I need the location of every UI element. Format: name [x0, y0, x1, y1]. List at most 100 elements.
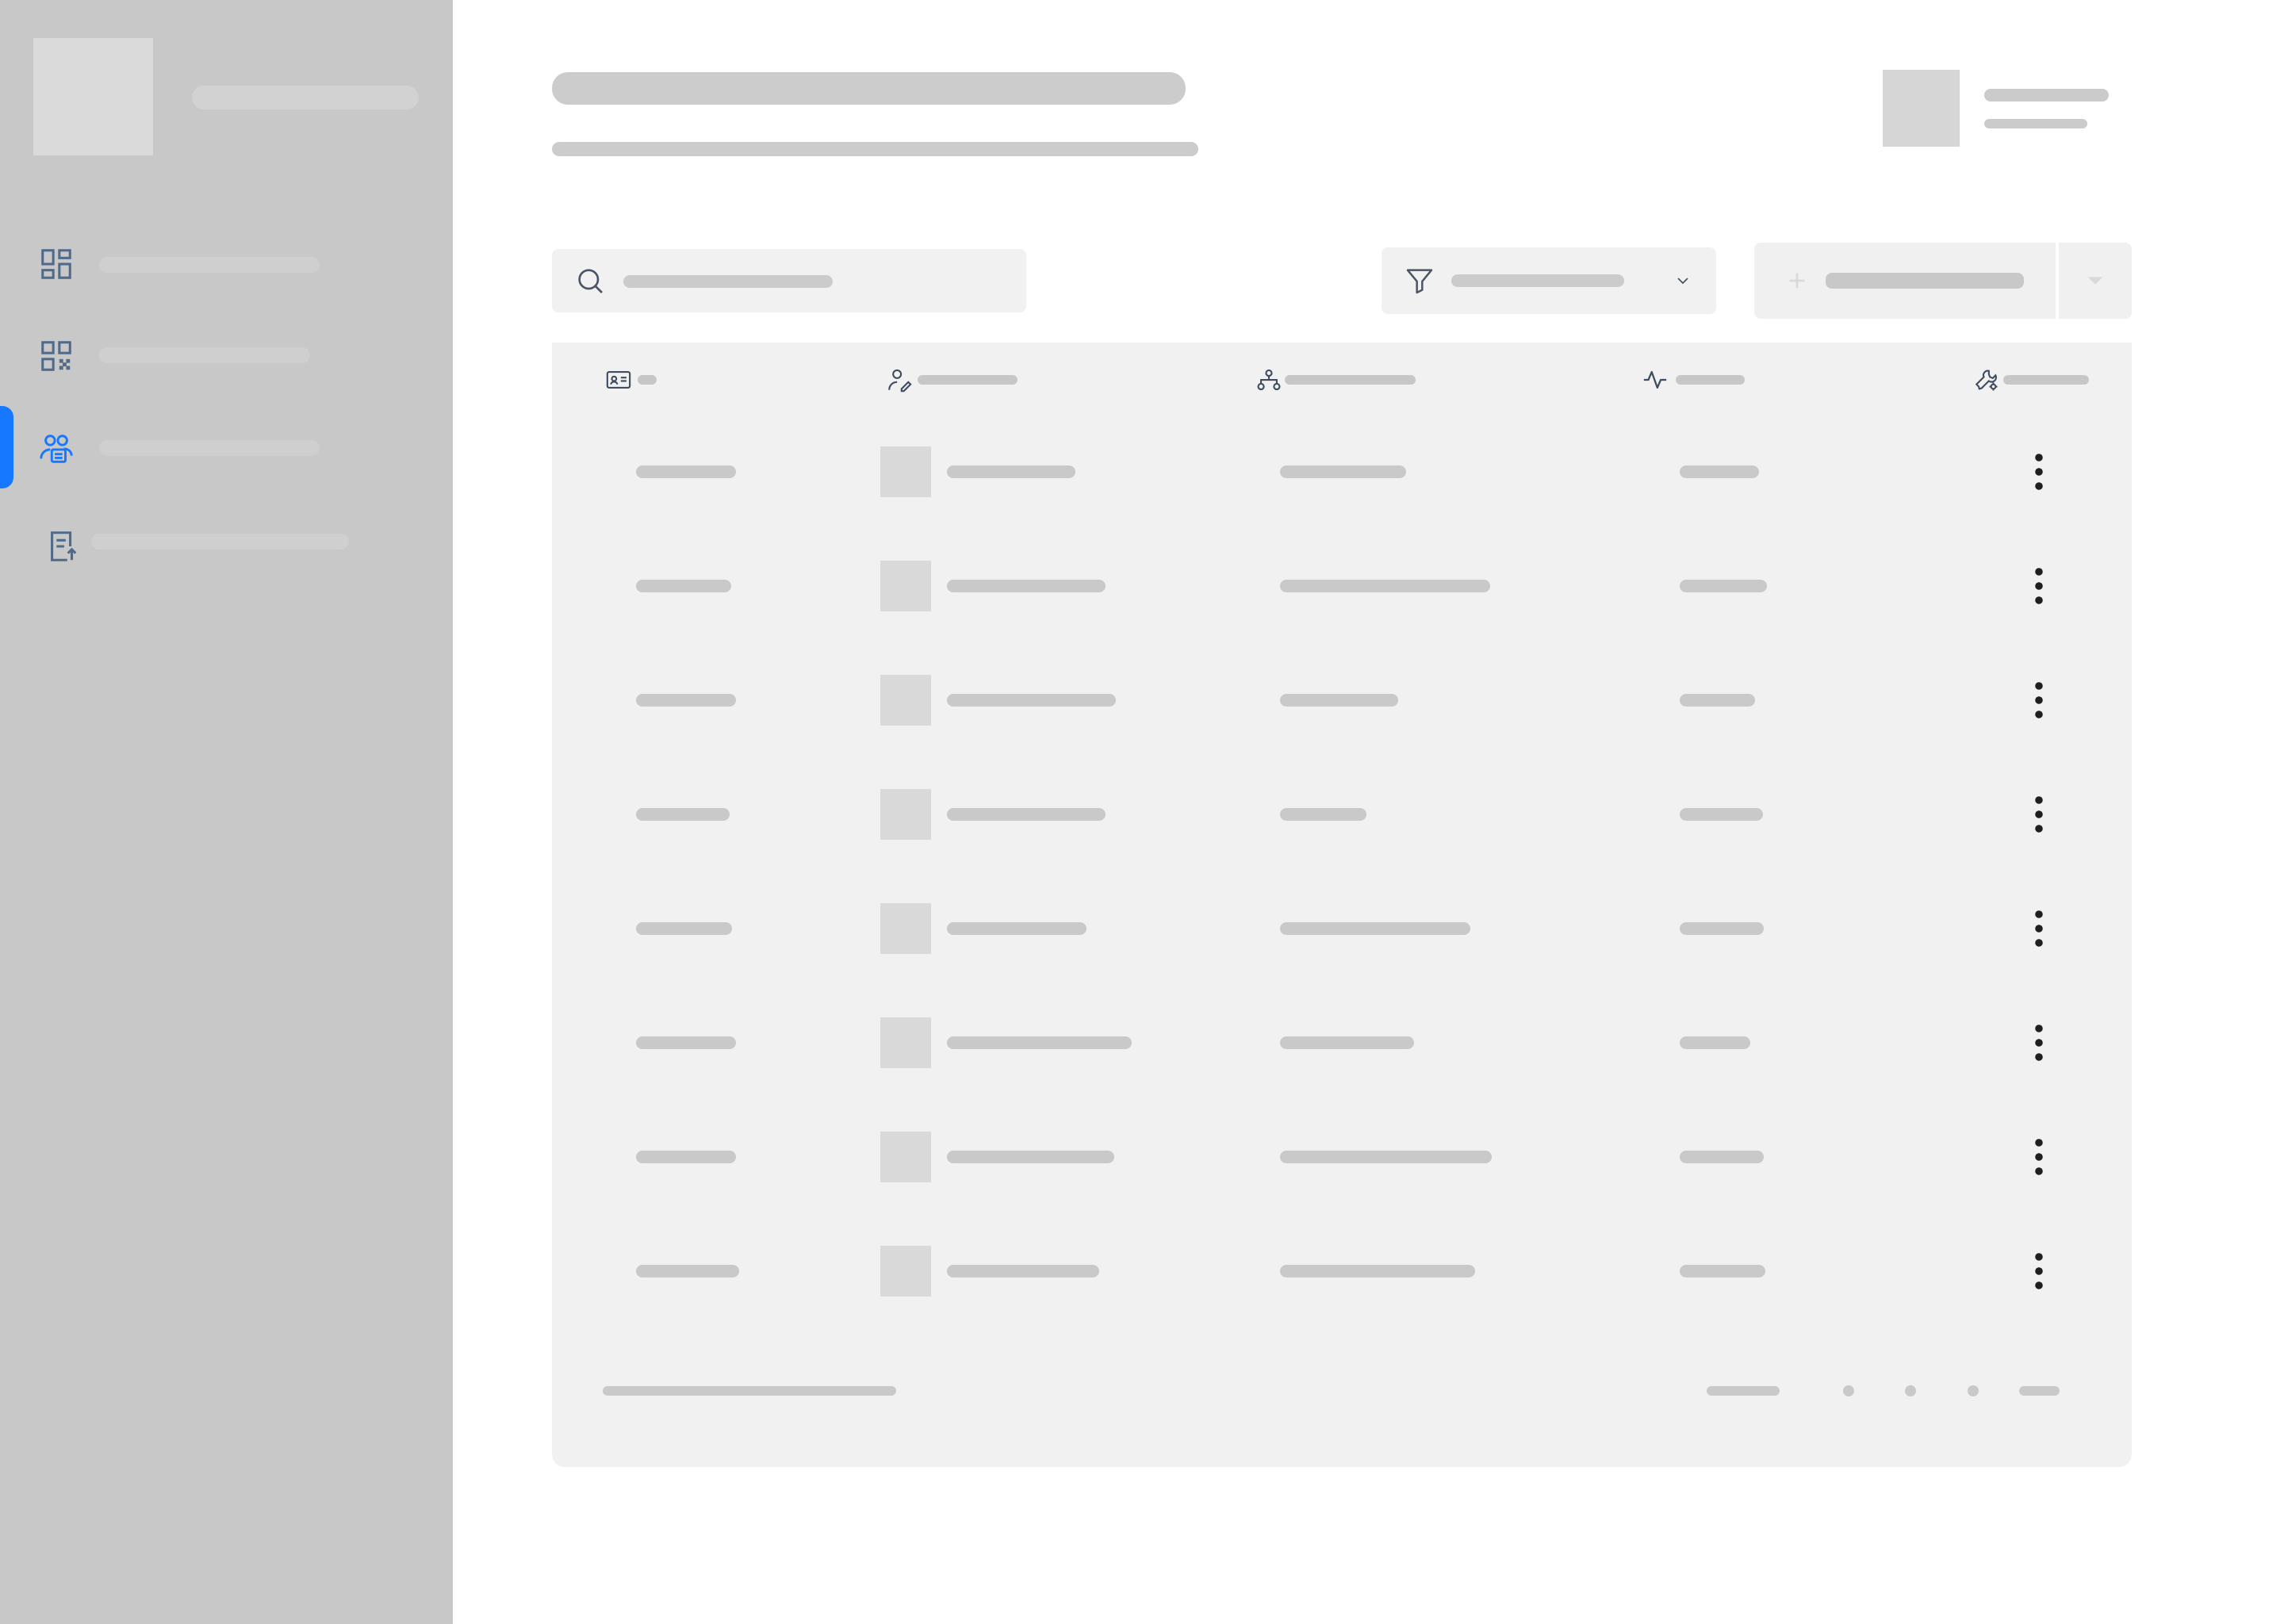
search-placeholder: [623, 275, 833, 288]
cell-name: [947, 922, 1086, 935]
more-vertical-icon[interactable]: [2023, 906, 2055, 951]
table-row[interactable]: [552, 1213, 2132, 1327]
sidebar-item-label: [91, 534, 349, 550]
cell-name: [947, 465, 1075, 478]
caret-down-icon: [2087, 277, 2103, 285]
more-vertical-icon[interactable]: [2023, 678, 2055, 722]
cell-group: [1280, 465, 1406, 478]
column-header-label: [638, 375, 657, 385]
table-row[interactable]: [552, 414, 2132, 528]
avatar: [880, 789, 931, 840]
sidebar: [0, 0, 453, 1624]
cell-name: [947, 694, 1116, 707]
more-vertical-icon[interactable]: [2023, 564, 2055, 608]
cell-status: [1680, 808, 1763, 821]
column-header-label: [918, 375, 1017, 385]
sidebar-item-label: [99, 347, 310, 363]
cell-status: [1680, 1265, 1765, 1277]
cell-group: [1280, 1151, 1492, 1163]
more-vertical-icon[interactable]: [2023, 1135, 2055, 1179]
add-dropdown-button[interactable]: [2059, 243, 2132, 319]
avatar: [880, 1246, 931, 1297]
document-upload-icon: [51, 531, 77, 561]
sidebar-item-label: [99, 257, 320, 273]
user-role: [1984, 119, 2087, 128]
cell-id: [636, 1036, 736, 1049]
avatar: [880, 675, 931, 726]
column-header-label: [2003, 375, 2089, 385]
cell-id: [636, 808, 730, 821]
cell-name: [947, 808, 1106, 821]
sidebar-item-qr[interactable]: [0, 320, 453, 392]
cell-id: [636, 1151, 736, 1163]
more-vertical-icon[interactable]: [2023, 792, 2055, 837]
sidebar-item-dashboard[interactable]: [0, 228, 453, 300]
avatar: [880, 903, 931, 954]
cell-group: [1280, 580, 1490, 592]
avatar: [880, 446, 931, 497]
app-logo[interactable]: [33, 38, 153, 155]
dashboard-icon: [41, 249, 71, 279]
search-input[interactable]: [552, 249, 1026, 312]
column-header-label: [1285, 375, 1416, 385]
table-row[interactable]: [552, 985, 2132, 1099]
qr-code-icon: [41, 341, 71, 371]
cell-group: [1280, 808, 1366, 821]
table-row[interactable]: [552, 871, 2132, 985]
sidebar-item-reports[interactable]: [0, 512, 453, 584]
sidebar-item-users[interactable]: [0, 412, 453, 484]
user-edit-icon: [888, 369, 912, 393]
cell-group: [1280, 694, 1398, 707]
add-button-label: [1826, 273, 2024, 289]
pagination-info: [603, 1386, 896, 1396]
table-row[interactable]: [552, 528, 2132, 642]
filter-icon: [1406, 269, 1433, 294]
cell-status: [1680, 1036, 1750, 1049]
filter-value: [1451, 274, 1624, 287]
cell-group: [1280, 1265, 1475, 1277]
cell-status: [1680, 922, 1764, 935]
cell-group: [1280, 922, 1470, 935]
more-vertical-icon[interactable]: [2023, 1021, 2055, 1065]
pagination-page[interactable]: [1905, 1385, 1916, 1396]
settings-tool-icon: [1975, 370, 1998, 391]
hierarchy-icon: [1257, 369, 1281, 391]
cell-status: [1680, 1151, 1764, 1163]
user-group-icon: [40, 435, 73, 463]
cell-name: [947, 580, 1106, 592]
pagination-next[interactable]: [2019, 1386, 2060, 1396]
table-row[interactable]: [552, 642, 2132, 756]
avatar: [880, 1017, 931, 1068]
user-name: [1984, 89, 2109, 102]
cell-id: [636, 1265, 739, 1277]
pagination-prev[interactable]: [1707, 1386, 1780, 1396]
cell-group: [1280, 1036, 1414, 1049]
cell-status: [1680, 694, 1755, 707]
pagination-page[interactable]: [1843, 1385, 1854, 1396]
chevron-down-icon: [1677, 278, 1688, 285]
cell-status: [1680, 465, 1759, 478]
column-header-label: [1676, 375, 1745, 385]
id-card-icon: [606, 371, 631, 389]
activity-icon: [1643, 370, 1667, 389]
cell-name: [947, 1036, 1132, 1049]
add-button[interactable]: [1754, 243, 2056, 319]
more-vertical-icon[interactable]: [2023, 1249, 2055, 1293]
app-title: [192, 86, 419, 109]
avatar: [880, 1132, 931, 1182]
page-subtitle: [552, 142, 1198, 156]
table-row[interactable]: [552, 1099, 2132, 1213]
search-icon: [578, 269, 603, 293]
cell-name: [947, 1151, 1114, 1163]
more-vertical-icon[interactable]: [2023, 450, 2055, 494]
cell-id: [636, 580, 731, 592]
table-row[interactable]: [552, 756, 2132, 871]
cell-status: [1680, 580, 1767, 592]
cell-id: [636, 694, 736, 707]
filter-select[interactable]: [1382, 247, 1716, 314]
avatar[interactable]: [1883, 70, 1960, 147]
sidebar-item-label: [99, 440, 320, 456]
cell-id: [636, 465, 736, 478]
pagination-page[interactable]: [1968, 1385, 1979, 1396]
page-title: [552, 72, 1186, 105]
